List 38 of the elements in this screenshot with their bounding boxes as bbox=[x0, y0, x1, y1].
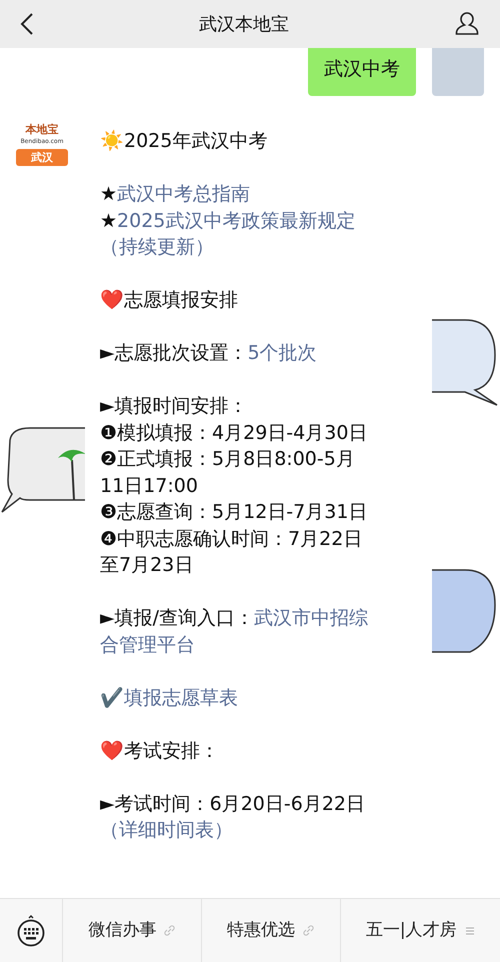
message-text: ★ bbox=[100, 183, 118, 205]
message-text: ✔ bbox=[100, 686, 124, 708]
message-text: ►填报时间安排： bbox=[100, 395, 248, 417]
message-text: ❹中职志愿确认时间：7月22日 bbox=[100, 528, 362, 550]
message-link[interactable]: （持续更新） bbox=[100, 236, 214, 258]
message-link[interactable]: 武汉中考总指南 bbox=[117, 183, 250, 205]
back-icon[interactable] bbox=[20, 12, 34, 36]
message-text: ☀2025年武汉中考 bbox=[100, 130, 268, 152]
sent-message: 武汉中考 bbox=[308, 48, 416, 96]
message-text: ❶模拟填报：4月29日-4月30日 bbox=[100, 422, 368, 444]
message-link[interactable]: 2025武汉中考政策最新规定 bbox=[117, 210, 356, 232]
message-text: ►填报/查询入口： bbox=[100, 607, 254, 629]
logo-city: 武汉 bbox=[16, 149, 68, 166]
chat-title: 武汉本地宝 bbox=[199, 12, 289, 36]
message-text: 11日17:00 bbox=[100, 474, 198, 496]
message-text: ❤考试安排： bbox=[100, 740, 219, 762]
message-text: ❸志愿查询：5月12日-7月31日 bbox=[100, 501, 368, 523]
message-text: ★ bbox=[100, 210, 118, 232]
menu-item[interactable]: 五一|人才房 bbox=[340, 899, 500, 962]
message-text: ❷正式填报：5月8日8:00-5月 bbox=[100, 448, 355, 470]
link-icon bbox=[303, 925, 314, 936]
keyboard-icon[interactable] bbox=[16, 914, 46, 946]
message-link[interactable]: （详细时间表） bbox=[100, 819, 233, 841]
message-link[interactable]: 填报志愿草表 bbox=[124, 686, 238, 708]
person-icon[interactable] bbox=[454, 11, 480, 37]
menu-icon bbox=[464, 926, 475, 936]
message-text: ►考试时间：6月20日-6月22日 bbox=[100, 792, 365, 814]
message-link[interactable]: 武汉市中招综 bbox=[254, 607, 368, 629]
avatar-placeholder bbox=[432, 48, 484, 96]
logo-text: 本地宝 bbox=[26, 124, 58, 135]
message-link[interactable]: 5个批次 bbox=[248, 342, 317, 364]
menu-item[interactable]: 微信办事 bbox=[62, 899, 201, 962]
message-text: ►志愿批次设置： bbox=[100, 342, 248, 364]
message-text: ❤志愿填报安排 bbox=[100, 289, 238, 311]
menu-item[interactable]: 特惠优选 bbox=[200, 899, 340, 962]
message-text: 至7月23日 bbox=[100, 554, 194, 576]
message-link[interactable]: 合管理平台 bbox=[100, 634, 195, 656]
link-icon bbox=[164, 925, 176, 936]
